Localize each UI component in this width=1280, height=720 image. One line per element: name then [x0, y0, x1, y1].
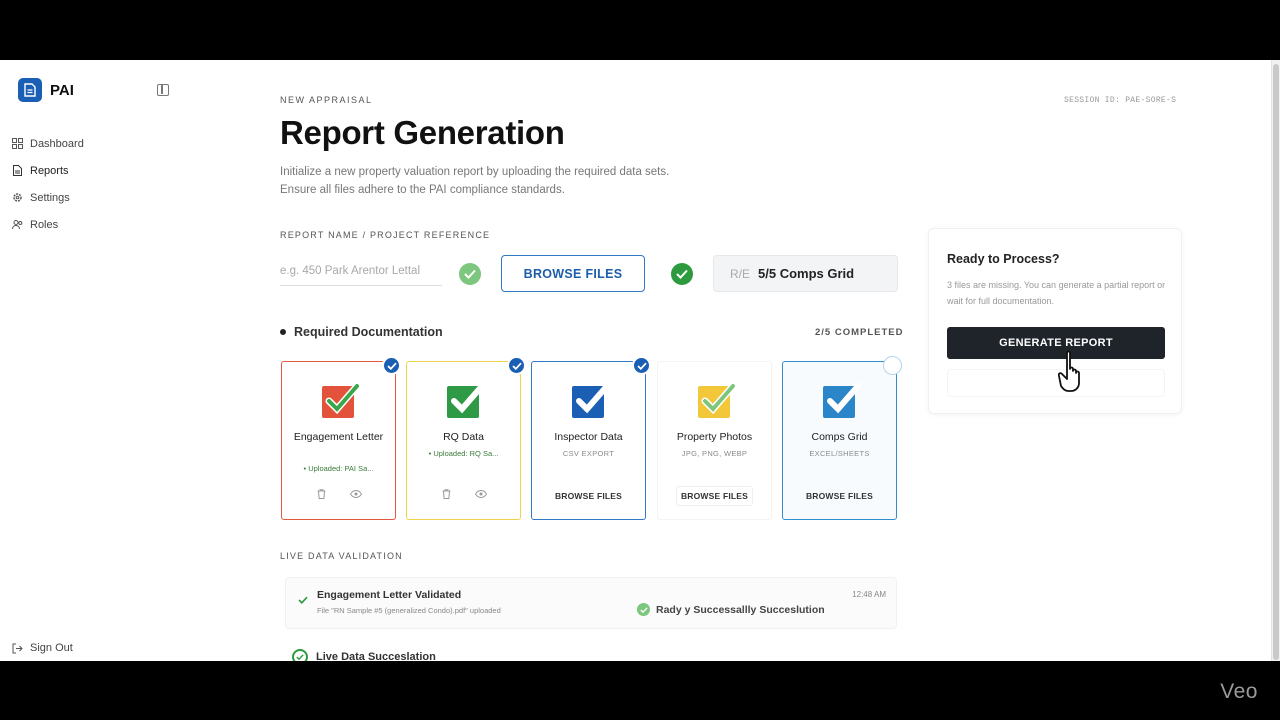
sidebar-item-label: Reports [30, 164, 69, 177]
card-status: • Uploaded: PAI Sa... [303, 464, 374, 473]
gear-icon [12, 192, 23, 203]
document-check-icon [698, 382, 737, 418]
secondary-button[interactable] [947, 369, 1165, 397]
sidebar-item-label: Dashboard [30, 137, 84, 150]
check-circle-icon [671, 263, 693, 285]
checked-badge-icon [507, 356, 526, 375]
browse-files-button[interactable]: BROWSE FILES [501, 255, 645, 292]
panel-title: Ready to Process? [947, 252, 1060, 266]
pai-logo-icon [18, 78, 42, 102]
check-circle-icon [637, 603, 650, 616]
log-subtitle: File "RN Sample #5 (generalized Condo).p… [317, 606, 501, 615]
sign-out-button[interactable]: Sign Out [12, 642, 73, 654]
letterbox-top [0, 0, 1280, 60]
card-title: Inspector Data [554, 431, 623, 443]
session-id: SESSION ID: PAE-SORE-S [1064, 96, 1177, 105]
sidebar-item-reports[interactable]: Reports [12, 157, 84, 184]
page-title: Report Generation [280, 114, 565, 151]
hand-cursor-icon [1058, 350, 1080, 392]
doc-card-rq-data[interactable]: RQ Data • Uploaded: RQ Sa... [406, 356, 526, 520]
trash-icon[interactable] [441, 488, 453, 500]
report-name-label: REPORT NAME / PROJECT REFERENCE [280, 230, 491, 240]
sidebar-nav: Dashboard Reports Settings Roles [12, 130, 84, 238]
description-line: Initialize a new property valuation repo… [280, 166, 670, 178]
checked-badge-icon [382, 356, 401, 375]
sidebar-item-label: Settings [30, 191, 70, 204]
document-cards: Engagement Letter • Uploaded: PAI Sa... [280, 356, 902, 521]
document-check-icon [572, 383, 610, 418]
check-circle-icon [459, 263, 481, 285]
document-check-icon [322, 382, 361, 418]
card-browse-button[interactable]: BROWSE FILES [801, 486, 878, 506]
card-actions [282, 488, 395, 500]
status-ghost-text: R/E [730, 266, 751, 281]
log-success: Rady y Successallly Succeslution [637, 603, 825, 616]
check-icon [298, 591, 308, 609]
document-check-icon [447, 383, 485, 418]
log-success-text: Rady y Successallly Succeslution [656, 603, 825, 616]
sidebar-item-dashboard[interactable]: Dashboard [12, 130, 84, 157]
sign-out-icon [12, 643, 23, 654]
card-title: RQ Data [443, 431, 484, 443]
bullet-dot-icon [280, 329, 286, 335]
doc-card-inspector-data[interactable]: Inspector Data CSV EXPORT BROWSE FILES [531, 356, 651, 520]
grid-icon [12, 138, 23, 149]
live-validation-label: LIVE DATA VALIDATION [280, 551, 403, 561]
check-circle-icon [292, 649, 308, 661]
upload-status-pill: R/E 5/5 Comps Grid [713, 255, 898, 292]
card-actions [407, 488, 520, 500]
section-title: Required Documentation [294, 325, 443, 339]
description-line: Ensure all files adhere to the PAI compl… [280, 184, 565, 196]
log-timestamp: 12:48 AM [852, 590, 886, 599]
status-text: 5/5 Comps Grid [758, 266, 855, 281]
sidebar-item-roles[interactable]: Roles [12, 211, 84, 238]
sidebar: PAI Dashboard Reports Settings Roles Sig… [0, 60, 190, 661]
trash-icon[interactable] [316, 488, 328, 500]
page-scrollbar[interactable] [1271, 60, 1280, 661]
card-title: Comps Grid [811, 431, 868, 443]
brand[interactable]: PAI [18, 78, 74, 102]
log-title: Live Data Succeslation [316, 651, 436, 661]
doc-card-engagement-letter[interactable]: Engagement Letter • Uploaded: PAI Sa... [281, 356, 401, 520]
log-title: Engagement Letter Validated [317, 589, 462, 601]
validation-log-entry: Engagement Letter Validated File "RN Sam… [285, 577, 897, 629]
generate-report-button[interactable]: GENERATE REPORT [947, 327, 1165, 359]
scrollbar-thumb[interactable] [1273, 64, 1279, 660]
page-description: Initialize a new property valuation repo… [280, 163, 669, 199]
card-file-types: EXCEL/SHEETS [809, 449, 870, 458]
validation-log-entry: Live Data Succeslation [292, 649, 436, 661]
document-check-icon [823, 383, 861, 418]
letterbox-bottom [0, 661, 1280, 720]
eye-icon[interactable] [349, 488, 362, 500]
report-name-input[interactable] [280, 256, 442, 286]
sidebar-item-label: Roles [30, 218, 59, 231]
card-file-types: CSV EXPORT [562, 449, 615, 458]
watermark: Veo [1220, 680, 1258, 703]
sidebar-collapse-icon[interactable] [157, 84, 169, 96]
empty-badge-icon [883, 356, 902, 375]
checked-badge-icon [632, 356, 651, 375]
process-panel: Ready to Process? 3 files are missing. Y… [928, 228, 1182, 414]
card-browse-button[interactable]: BROWSE FILES [550, 486, 627, 506]
sign-out-label: Sign Out [30, 642, 73, 654]
card-title: Property Photos [676, 431, 753, 443]
document-icon [12, 165, 23, 176]
card-file-types: JPG, PNG, WEBP [681, 449, 748, 458]
card-browse-button[interactable]: BROWSE FILES [676, 486, 753, 506]
app-window: PAI Dashboard Reports Settings Roles Sig… [0, 60, 1280, 661]
doc-card-comps-grid[interactable]: Comps Grid EXCEL/SHEETS BROWSE FILES [782, 356, 902, 520]
card-title: Engagement Letter [293, 431, 384, 443]
panel-description: 3 files are missing. You can generate a … [947, 280, 1166, 306]
users-icon [12, 219, 23, 230]
doc-card-property-photos[interactable]: Property Photos JPG, PNG, WEBP BROWSE FI… [657, 361, 772, 520]
completion-count: 2/5 COMPLETED [815, 327, 904, 338]
brand-name: PAI [50, 81, 74, 99]
card-status: • Uploaded: RQ Sa... [428, 449, 499, 458]
sidebar-item-settings[interactable]: Settings [12, 184, 84, 211]
page-kicker: NEW APPRAISAL [280, 95, 373, 105]
required-docs-heading: Required Documentation [280, 325, 443, 339]
eye-icon[interactable] [474, 488, 487, 500]
